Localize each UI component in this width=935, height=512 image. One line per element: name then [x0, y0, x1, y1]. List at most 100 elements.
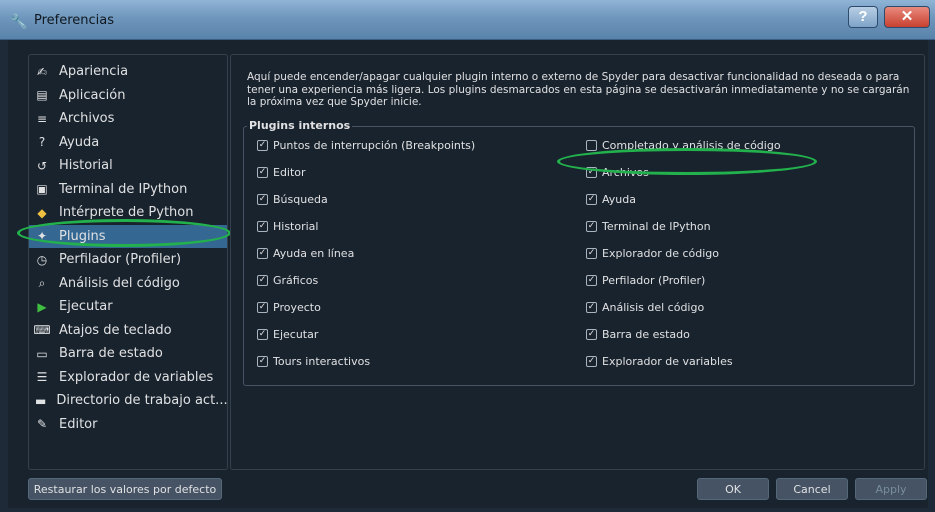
sidebar-item-label: Directorio de trabajo act...	[56, 393, 228, 408]
window-icon: ▤	[36, 88, 48, 102]
sidebar-item[interactable]: ↺ Historial	[29, 154, 227, 177]
plugin-label: Ayuda en línea	[273, 247, 355, 260]
play-icon: ▶	[37, 299, 47, 314]
pencil-icon: ✎	[36, 417, 48, 431]
checkbox-checked-icon[interactable]: ✓	[257, 167, 268, 178]
checkbox-checked-icon[interactable]: ✓	[586, 329, 597, 340]
plugin-checkbox[interactable]: Completado y análisis de código	[586, 139, 781, 152]
sidebar-item[interactable]: ? Ayuda	[29, 131, 227, 154]
sidebar-item-label: Historial	[59, 158, 113, 173]
folder-icon: ▬	[35, 393, 47, 408]
plugin-label: Puntos de interrupción (Breakpoints)	[273, 139, 476, 152]
plugin-checkbox[interactable]: ✓ Explorador de código	[586, 247, 719, 260]
plugin-checkbox[interactable]: ✓ Editor	[257, 166, 306, 179]
sidebar-item[interactable]: ✦ Plugins	[29, 224, 227, 248]
plugin-checkbox[interactable]: ✓ Barra de estado	[586, 328, 690, 341]
sidebar-item[interactable]: ◆ Intérprete de Python	[29, 201, 227, 224]
sidebar-item-label: Terminal de IPython	[59, 181, 188, 197]
sidebar-item[interactable]: ✍ Apariencia	[29, 60, 227, 83]
keyboard-icon: ⌨	[33, 323, 51, 337]
python-icon: ◆	[37, 205, 47, 220]
checkbox-checked-icon[interactable]: ✓	[257, 140, 268, 151]
group-title: Plugins internos	[247, 119, 353, 132]
checkbox-checked-icon[interactable]: ✓	[586, 167, 597, 178]
window-title: Preferencias	[34, 13, 115, 28]
checkbox-checked-icon[interactable]: ✓	[257, 302, 268, 313]
plugin-label: Proyecto	[273, 301, 321, 314]
plugin-checkbox[interactable]: ✓ Análisis del código	[586, 301, 704, 314]
sidebar-item[interactable]: ☰ Explorador de variables	[29, 366, 227, 389]
plugin-checkbox[interactable]: ✓ Terminal de IPython	[586, 220, 711, 233]
plugin-label: Búsqueda	[273, 193, 328, 206]
plugin-label: Tours interactivos	[273, 355, 371, 368]
checkbox-unchecked-icon[interactable]	[586, 140, 597, 151]
plugin-label: Completado y análisis de código	[602, 139, 781, 152]
plugin-checkbox[interactable]: ✓ Gráficos	[257, 274, 318, 287]
checkbox-checked-icon[interactable]: ✓	[257, 221, 268, 232]
checkbox-checked-icon[interactable]: ✓	[586, 194, 597, 205]
ok-button[interactable]: OK	[697, 478, 769, 500]
plugin-label: Perfilador (Profiler)	[602, 274, 706, 287]
file-tree-icon: ≡	[36, 111, 48, 126]
sidebar-item-label: Aplicación	[59, 87, 126, 103]
sidebar-item-label: Análisis del código	[59, 275, 180, 291]
checkbox-checked-icon[interactable]: ✓	[586, 302, 597, 313]
plugin-label: Archivos	[602, 166, 649, 179]
sidebar-item-label: Ejecutar	[59, 299, 113, 314]
checkbox-checked-icon[interactable]: ✓	[257, 356, 268, 367]
plugin-checkbox[interactable]: ✓ Archivos	[586, 166, 649, 179]
checkbox-checked-icon[interactable]: ✓	[586, 275, 597, 286]
sidebar-item[interactable]: ▶ Ejecutar	[29, 295, 227, 318]
help-icon: ?	[38, 135, 46, 149]
sidebar-item-label: Ayuda	[59, 134, 100, 150]
sidebar-item[interactable]: ✎ Editor	[29, 413, 227, 436]
checkbox-checked-icon[interactable]: ✓	[257, 194, 268, 205]
plugin-checkbox[interactable]: ✓ Puntos de interrupción (Breakpoints)	[257, 139, 475, 152]
plugin-checkbox[interactable]: ✓ Ayuda	[586, 193, 636, 206]
sidebar-item[interactable]: ▬ Directorio de trabajo act...	[29, 389, 228, 412]
sidebar-item-label: Intérprete de Python	[59, 205, 194, 220]
history-icon: ↺	[36, 158, 48, 173]
close-icon: ✕	[900, 8, 914, 25]
plugin-checkbox[interactable]: ✓ Explorador de variables	[586, 355, 733, 368]
sidebar-item-label: Plugins	[59, 228, 106, 244]
checkbox-checked-icon[interactable]: ✓	[257, 275, 268, 286]
checkbox-checked-icon[interactable]: ✓	[257, 329, 268, 340]
apply-button[interactable]: Apply	[855, 478, 927, 500]
sidebar-item[interactable]: ⌕ Análisis del código	[29, 272, 227, 295]
plugin-checkbox[interactable]: ✓ Ayuda en línea	[257, 247, 354, 260]
plugin-checkbox[interactable]: ✓ Historial	[257, 220, 318, 233]
checkbox-checked-icon[interactable]: ✓	[586, 248, 597, 259]
sidebar-item-label: Explorador de variables	[59, 369, 214, 385]
plugin-label: Explorador de código	[602, 247, 719, 260]
status-bar-icon: ▭	[36, 346, 48, 361]
close-button[interactable]: ✕	[884, 6, 930, 28]
sidebar-item[interactable]: ⌨ Atajos de teclado	[29, 319, 227, 342]
sidebar-item[interactable]: ▭ Barra de estado	[29, 342, 227, 365]
checkbox-checked-icon[interactable]: ✓	[586, 221, 597, 232]
preferences-dialog: ✍ Apariencia ▤ Aplicación ≡ Archivos? Ayuda ↺ Hi…	[8, 40, 928, 508]
plugin-checkbox[interactable]: ✓ Proyecto	[257, 301, 321, 314]
sidebar-item-label: Apariencia	[59, 64, 129, 79]
plugin-checkbox[interactable]: ✓ Perfilador (Profiler)	[586, 274, 705, 287]
sidebar-item[interactable]: ▤ Aplicación	[29, 84, 227, 107]
plugin-label: Explorador de variables	[602, 355, 733, 368]
sidebar-item[interactable]: ≡ Archivos	[29, 107, 227, 130]
preferences-sidebar: ✍ Apariencia ▤ Aplicación ≡ Archivos? Ayuda ↺ Hi…	[17, 54, 231, 470]
plugins-page: Aquí puede encender/apagar cualquier plu…	[230, 54, 925, 470]
help-button[interactable]: ?	[848, 6, 878, 28]
plugins-description: Aquí puede encender/apagar cualquier plu…	[247, 71, 910, 108]
plugin-checkbox[interactable]: ✓ Búsqueda	[257, 193, 328, 206]
plugin-checkbox[interactable]: ✓ Ejecutar	[257, 328, 318, 341]
restore-defaults-button[interactable]: Restaurar los valores por defecto	[28, 478, 222, 500]
plugin-checkbox[interactable]: ✓ Tours interactivos	[257, 355, 370, 368]
plugin-label: Ejecutar	[273, 328, 319, 341]
sidebar-item[interactable]: ◷ Perfilador (Profiler)	[29, 248, 227, 271]
wrench-icon: 🔧	[10, 14, 28, 30]
list-icon: ☰	[36, 370, 48, 384]
checkbox-checked-icon[interactable]: ✓	[257, 248, 268, 259]
checkbox-checked-icon[interactable]: ✓	[586, 356, 597, 367]
cancel-button[interactable]: Cancel	[776, 478, 848, 500]
sidebar-item-label: Archivos	[59, 111, 115, 126]
sidebar-item[interactable]: ▣ Terminal de IPython	[29, 178, 227, 201]
